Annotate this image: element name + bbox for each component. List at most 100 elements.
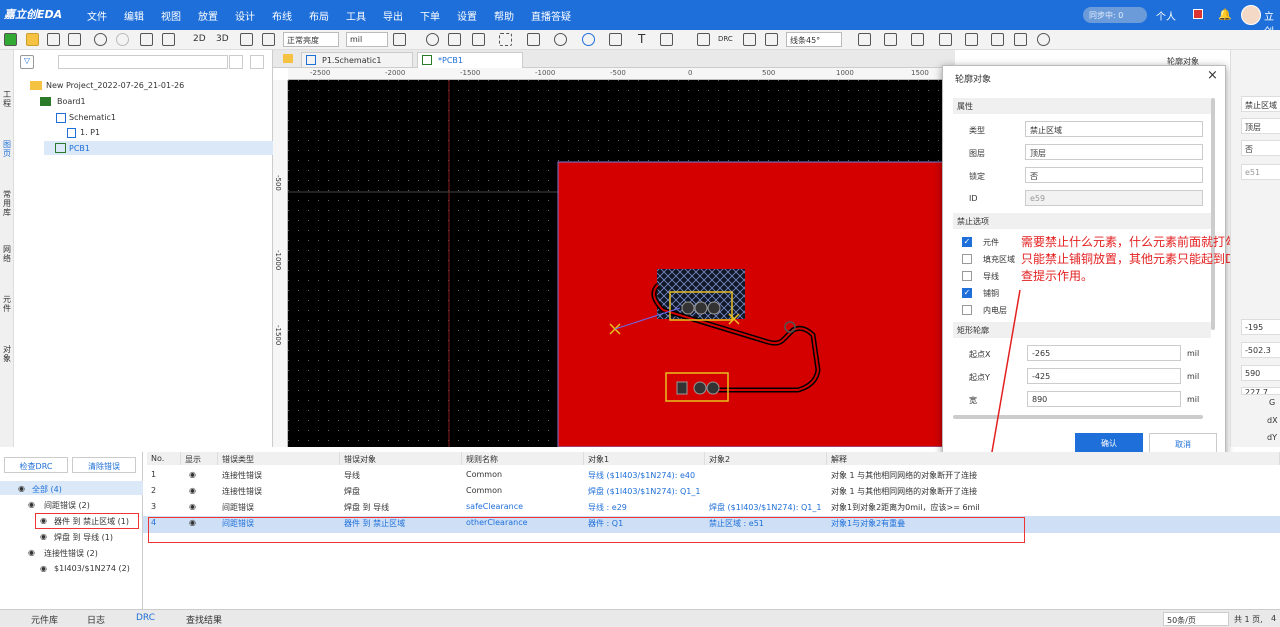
route-mode-select[interactable]: 线条45° bbox=[786, 32, 842, 47]
menu-live[interactable]: 直播答疑 bbox=[531, 8, 571, 23]
prop-type[interactable]: 禁止区域 bbox=[1241, 96, 1280, 112]
width-input[interactable]: 890 bbox=[1027, 391, 1181, 407]
drc-tree-all[interactable]: 全部 (4) bbox=[32, 484, 62, 495]
tab-pcb[interactable]: *PCB1 bbox=[417, 52, 523, 68]
ellipse-icon[interactable] bbox=[554, 33, 567, 46]
tree-sheet[interactable]: 1. P1 bbox=[80, 128, 100, 137]
menu-export[interactable]: 导出 bbox=[383, 8, 403, 23]
tab-log[interactable]: 日志 bbox=[87, 613, 105, 626]
forbid-fill-checkbox[interactable] bbox=[962, 254, 972, 264]
vertical-scrollbar[interactable] bbox=[1211, 98, 1215, 330]
col-type[interactable]: 错误类型 bbox=[218, 452, 340, 465]
brightness-select[interactable]: 正常亮度 bbox=[283, 32, 339, 47]
col-no[interactable]: No. bbox=[147, 452, 181, 465]
align-icon[interactable] bbox=[858, 33, 871, 46]
snap-icon[interactable] bbox=[939, 33, 952, 46]
print-icon[interactable] bbox=[262, 33, 275, 46]
check-drc-button[interactable]: 检查DRC bbox=[4, 457, 68, 473]
col-object[interactable]: 错误对象 bbox=[340, 452, 462, 465]
rect-select-icon[interactable] bbox=[472, 33, 485, 46]
tree-pcb[interactable]: PCB1 bbox=[69, 144, 90, 153]
drc-tree-pad-track[interactable]: 焊盘 到 导线 (1) bbox=[54, 532, 113, 543]
dashed-rect-icon[interactable] bbox=[499, 33, 512, 46]
table-row[interactable]: 1 ◉ 连接性错误 导线 Common 导线 ($1I403/$1N274): … bbox=[143, 468, 1280, 484]
menu-tools[interactable]: 工具 bbox=[346, 8, 366, 23]
col-explain[interactable]: 解释 bbox=[827, 452, 1280, 465]
layer-select[interactable]: 顶层 bbox=[1025, 144, 1203, 160]
eye-icon[interactable]: ◉ bbox=[40, 532, 47, 541]
col-show[interactable]: 显示 bbox=[181, 452, 218, 465]
route-icon[interactable] bbox=[697, 33, 710, 46]
section-properties[interactable]: 属性 bbox=[953, 98, 1211, 114]
cell-obj2[interactable]: 焊盘 ($1I403/$1N274): Q1_1 bbox=[705, 500, 827, 515]
tab-schematic[interactable]: P1.Schematic1 bbox=[301, 52, 413, 68]
drc-icon[interactable]: DRC bbox=[718, 35, 733, 43]
lock-select[interactable]: 否 bbox=[1025, 167, 1203, 183]
account-menu[interactable]: 个人 bbox=[1156, 8, 1176, 23]
new-icon[interactable] bbox=[4, 33, 17, 46]
startx-input[interactable]: -265 bbox=[1027, 345, 1181, 361]
tab-project[interactable]: 工程 bbox=[1, 90, 13, 108]
tree-schematic[interactable]: Schematic1 bbox=[69, 113, 116, 122]
eye-icon[interactable]: ◉ bbox=[185, 468, 200, 483]
prop-x[interactable]: -195 bbox=[1241, 319, 1280, 335]
text-icon[interactable]: T bbox=[638, 32, 645, 46]
type-select[interactable]: 禁止区域 bbox=[1025, 121, 1203, 137]
prop-layer[interactable]: 顶层 bbox=[1241, 118, 1280, 134]
tab-drc[interactable]: DRC bbox=[136, 613, 155, 623]
image-icon[interactable] bbox=[965, 33, 978, 46]
menu-file[interactable]: 文件 bbox=[87, 8, 107, 23]
table-icon[interactable] bbox=[393, 33, 406, 46]
arrange-icon[interactable] bbox=[911, 33, 924, 46]
per-page-select[interactable]: 50条/页 bbox=[1163, 612, 1229, 626]
cell-obj2[interactable] bbox=[705, 484, 827, 499]
eye-icon[interactable]: ◉ bbox=[185, 500, 200, 515]
tree-board[interactable]: Board1 bbox=[57, 97, 86, 106]
distribute-icon[interactable] bbox=[884, 33, 897, 46]
avatar[interactable] bbox=[1241, 5, 1261, 25]
diff-route-icon[interactable] bbox=[765, 33, 778, 46]
menu-view[interactable]: 视图 bbox=[161, 8, 181, 23]
via-icon[interactable] bbox=[743, 33, 756, 46]
clear-errors-button[interactable]: 清除错误 bbox=[72, 457, 136, 473]
prop-width[interactable]: 590 bbox=[1241, 365, 1280, 381]
prop-height[interactable]: 227.7 bbox=[1241, 387, 1280, 395]
menu-design[interactable]: 设计 bbox=[235, 8, 255, 23]
save-icon[interactable] bbox=[47, 33, 60, 46]
open-folder-icon[interactable] bbox=[26, 33, 39, 46]
chevron-up-icon[interactable] bbox=[229, 55, 243, 69]
col-obj2[interactable]: 对象2 bbox=[705, 452, 827, 465]
doc-icon[interactable] bbox=[1014, 33, 1027, 46]
pcb-canvas[interactable] bbox=[288, 80, 955, 447]
filter-icon[interactable]: ▽ bbox=[20, 55, 34, 69]
sync-status[interactable]: 同步中: 0 bbox=[1083, 7, 1147, 23]
eye-icon[interactable]: ◉ bbox=[40, 564, 47, 573]
tab-library[interactable]: 元件库 bbox=[31, 613, 58, 626]
corner-icon[interactable] bbox=[527, 33, 540, 46]
eye-icon[interactable]: ◉ bbox=[18, 484, 25, 493]
table-row[interactable]: 3 ◉ 间距错误 焊盘 到 导线 safeClearance 导线 : e29 … bbox=[143, 500, 1280, 516]
menu-help[interactable]: 帮助 bbox=[494, 8, 514, 23]
starty-input[interactable]: -425 bbox=[1027, 368, 1181, 384]
export-icon[interactable] bbox=[68, 33, 81, 46]
bell-icon[interactable]: 🔔 bbox=[1218, 8, 1232, 21]
menu-edit[interactable]: 编辑 bbox=[124, 8, 144, 23]
forbid-icon[interactable] bbox=[582, 33, 595, 46]
table-row[interactable]: 2 ◉ 连接性错误 焊盘 Common 焊盘 ($1I403/$1N274): … bbox=[143, 484, 1280, 500]
grid-icon[interactable] bbox=[140, 33, 153, 46]
view-3d-button[interactable]: 3D bbox=[216, 34, 229, 44]
unit-select[interactable]: mil bbox=[346, 32, 388, 47]
ok-button[interactable]: 确认 bbox=[1075, 433, 1143, 453]
cell-obj1[interactable]: 焊盘 ($1I403/$1N274): Q1_1 bbox=[584, 484, 705, 499]
drc-tree-connectivity[interactable]: 连接性错误 (2) bbox=[44, 548, 98, 559]
tab-pages[interactable]: 图页 bbox=[1, 140, 13, 158]
tab-nets[interactable]: 网络 bbox=[1, 245, 13, 263]
close-icon[interactable]: × bbox=[1207, 68, 1218, 83]
flag-icon[interactable] bbox=[1193, 9, 1203, 19]
col-rule[interactable]: 规则名称 bbox=[462, 452, 584, 465]
drc-tree-clearance[interactable]: 间距错误 (2) bbox=[44, 500, 90, 511]
section-forbid[interactable]: 禁止选项 bbox=[953, 213, 1211, 229]
dimension-icon[interactable] bbox=[660, 33, 673, 46]
prop-lock[interactable]: 否 bbox=[1241, 140, 1280, 156]
layers-icon[interactable] bbox=[162, 33, 175, 46]
